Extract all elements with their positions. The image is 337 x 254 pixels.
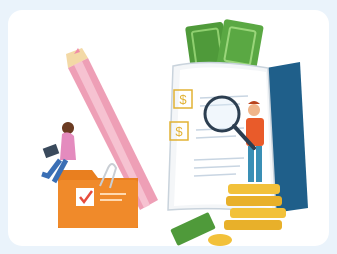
finance-illustration: $ $ <box>41 19 308 246</box>
svg-text:$: $ <box>179 92 187 107</box>
svg-text:$: $ <box>175 124 183 139</box>
illustration-card: $ $ <box>8 10 329 246</box>
